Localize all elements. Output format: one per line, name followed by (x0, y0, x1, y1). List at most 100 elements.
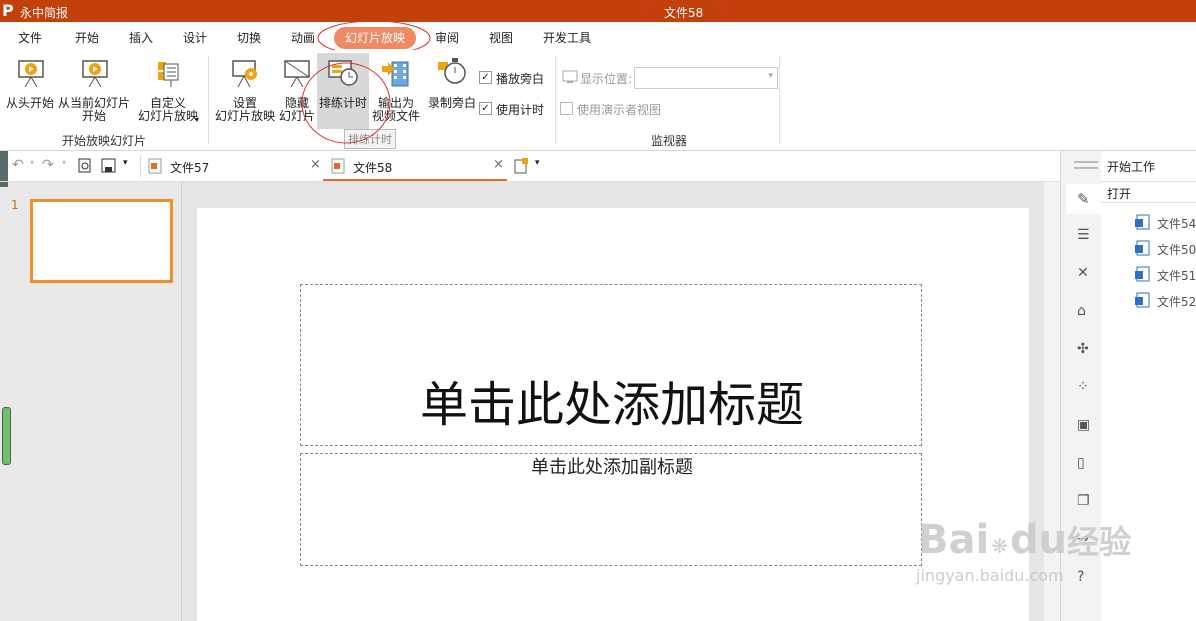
watermark-du: du (1009, 517, 1068, 563)
custom-label-2: 幻灯片放映 (137, 109, 198, 123)
setup-slideshow-button[interactable]: 设置 幻灯片放映 (212, 56, 278, 126)
task-pane-title: 开始工作 (1107, 160, 1156, 174)
brush-icon[interactable]: ⌂ (1077, 303, 1086, 319)
tab-file57[interactable]: 文件57 × (142, 151, 322, 181)
projector-gear-icon (232, 60, 257, 88)
recent-file-label: 文件50 (1157, 243, 1196, 257)
clipboard-icon[interactable]: ▯ (1077, 455, 1085, 471)
from-current-label-1: 从当前幻灯片 (57, 96, 130, 110)
timing-checkbox[interactable]: ✓ (479, 102, 492, 115)
from-current-button[interactable]: 从当前幻灯片 开始 (56, 56, 132, 126)
baidu-watermark: Bai ❋du经验 (918, 518, 1131, 568)
watermark-bai: Bai (918, 517, 990, 563)
narration-checkbox[interactable]: ✓ (479, 71, 492, 84)
group-divider (779, 56, 780, 144)
setup-label-2: 幻灯片放映 (214, 109, 275, 123)
open-label: 打开 (1107, 187, 1132, 201)
from-start-button[interactable]: 从头开始 (4, 56, 56, 126)
menu-review[interactable]: 审阅 (435, 29, 459, 46)
projector-play-icon (18, 60, 44, 88)
app-logo: P (2, 1, 14, 20)
chevron-down-icon[interactable]: ▾ (30, 158, 34, 167)
chevron-down-icon[interactable]: ▾ (535, 158, 540, 168)
tab-file58[interactable]: 文件58 × (323, 151, 507, 181)
chevron-down-icon: ▾ (768, 71, 773, 81)
stopwatch-icon (438, 58, 466, 84)
tab-label: 文件57 (170, 161, 210, 175)
close-icon[interactable]: × (310, 157, 321, 172)
recent-file-label: 文件52 (1157, 295, 1196, 309)
save-icon[interactable] (101, 158, 117, 174)
tools-icon[interactable]: ✕ (1077, 265, 1089, 281)
menu-home[interactable]: 开始 (75, 29, 99, 46)
presenter-view-checkbox[interactable] (560, 102, 573, 115)
slide-canvas[interactable]: 单击此处添加标题 单击此处添加副标题 (197, 208, 1029, 621)
recent-file-label: 文件51 (1157, 269, 1196, 283)
ribbon: 从头开始 从当前幻灯片 开始 自定义 幻灯片放映 ▾ 开始放映幻灯片 设置 幻灯… (0, 50, 1196, 151)
record-label: 录制旁白 (427, 96, 476, 110)
pane-grip-icon[interactable] (1074, 161, 1098, 169)
projector-play-icon (82, 60, 108, 88)
copy-icon[interactable]: ❐ (1077, 493, 1090, 509)
document-file-icon (1135, 266, 1150, 282)
presentation-file-icon (148, 158, 162, 174)
custom-slideshow-button[interactable]: 自定义 幻灯片放映 ▾ (132, 56, 204, 126)
slide-thumbnails-pane: 1 (0, 182, 182, 621)
custom-slideshow-icon (158, 62, 179, 87)
customize-toolbar-icon[interactable]: ▾ (123, 158, 128, 168)
pen-icon[interactable]: ✎ (1077, 190, 1090, 208)
slide-thumbnail-selected[interactable] (30, 199, 173, 283)
undo-icon[interactable]: ↶ (12, 157, 24, 173)
document-file-icon (1135, 240, 1150, 256)
menu-file[interactable]: 文件 (18, 29, 42, 46)
presentation-file-icon (331, 158, 345, 174)
display-position-label: 显示位置: (580, 72, 633, 86)
setup-label-1: 设置 (232, 96, 257, 110)
print-preview-icon[interactable] (78, 158, 92, 174)
monitor-icon (562, 70, 578, 83)
group-label-monitor: 监视器 (651, 134, 688, 148)
open-section: 打开 (1101, 182, 1196, 203)
redo-icon[interactable]: ↷ (42, 157, 54, 173)
record-narration-button[interactable]: 录制旁白 (426, 56, 478, 116)
new-document-icon[interactable] (513, 158, 529, 174)
menu-insert[interactable]: 插入 (129, 29, 153, 46)
left-edge-handle (0, 182, 8, 187)
menu-view[interactable]: 视图 (489, 29, 513, 46)
menu-design[interactable]: 设计 (183, 29, 207, 46)
group-divider (208, 56, 209, 144)
title-placeholder[interactable]: 单击此处添加标题 (300, 284, 922, 446)
left-edge-handle (0, 151, 8, 181)
slide-number: 1 (11, 198, 19, 212)
watermark-jingyan: 经验 (1067, 523, 1132, 561)
display-position-select[interactable]: ▾ (634, 67, 778, 89)
document-tab-strip: ↶ ▾ ↷ ▾ ▾ 文件57 × 文件58 × ▾ (0, 151, 1060, 182)
subtitle-placeholder-text: 单击此处添加副标题 (531, 457, 693, 478)
rehearse-highlight-ellipse (301, 62, 391, 144)
close-icon[interactable]: × (493, 157, 504, 172)
recent-file-label: 文件54 (1157, 217, 1196, 231)
grid-icon[interactable]: ⁘ (1077, 379, 1089, 395)
title-bar: P 永中简报 文件58 (0, 0, 1196, 22)
from-current-label-2: 开始 (81, 109, 106, 123)
title-placeholder-text: 单击此处添加标题 (419, 377, 804, 433)
menu-bar: 文件 开始 插入 设计 切换 动画 幻灯片放映 审阅 视图 开发工具 (0, 22, 1196, 50)
app-name: 永中简报 (20, 6, 69, 20)
scroll-indicator (2, 407, 11, 465)
document-file-icon (1135, 292, 1150, 308)
sliders-icon[interactable]: ☰ (1077, 227, 1090, 243)
help-icon[interactable]: ? (1077, 569, 1084, 585)
menu-developer[interactable]: 开发工具 (543, 29, 591, 46)
shapes-icon[interactable]: ✣ (1077, 341, 1089, 357)
menu-transition[interactable]: 切换 (237, 29, 261, 46)
menu-animation[interactable]: 动画 (291, 29, 315, 46)
chevron-down-icon[interactable]: ▾ (62, 158, 66, 167)
presenter-view-label: 使用演示者视图 (577, 103, 662, 117)
tab-label: 文件58 (353, 161, 393, 175)
subtitle-placeholder[interactable]: 单击此处添加副标题 (300, 453, 922, 566)
narration-label: 播放旁白 (496, 72, 545, 86)
tab-divider (140, 155, 141, 177)
chevron-down-icon: ▾ (195, 115, 200, 124)
timing-label: 使用计时 (496, 103, 545, 117)
image-icon[interactable]: ▣ (1077, 417, 1090, 433)
